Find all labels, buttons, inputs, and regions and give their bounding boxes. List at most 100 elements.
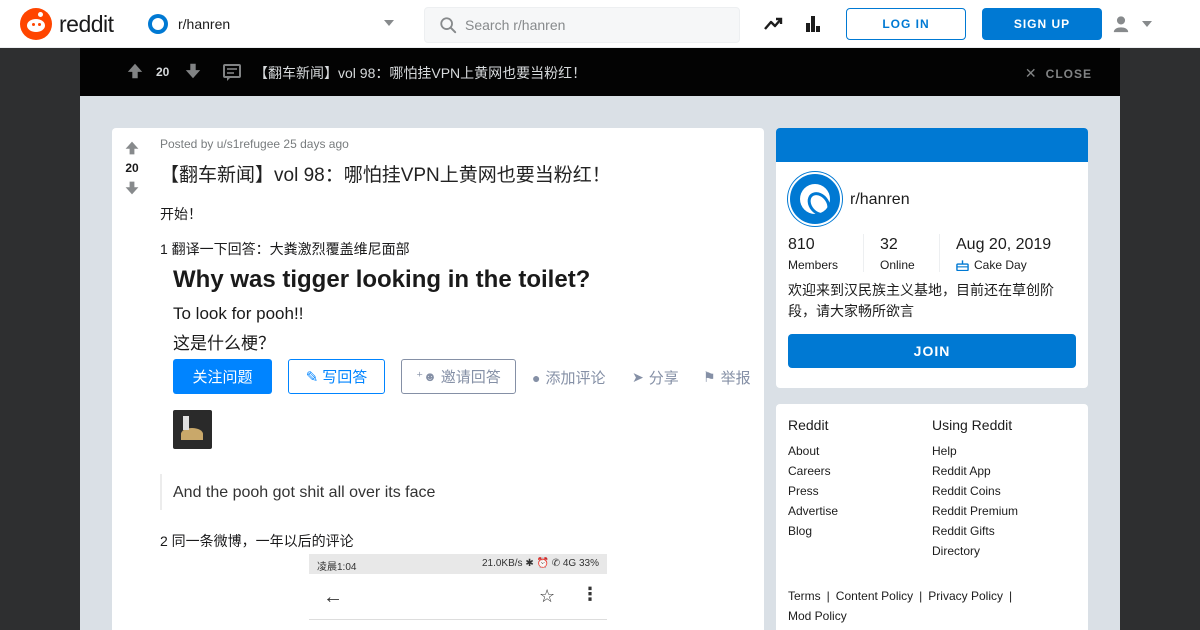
speech-bubble-icon: ● xyxy=(532,369,541,386)
online-stat: 32 Online xyxy=(880,236,915,272)
content-policy-link[interactable]: Content Policy xyxy=(836,589,913,603)
share-link: ➤ 分享 xyxy=(632,367,679,388)
divider xyxy=(160,474,162,510)
add-comment-link: ● 添加评论 xyxy=(532,367,605,388)
footer-link[interactable]: Reddit Premium xyxy=(932,502,1018,522)
invite-answer-label: 邀请回答 xyxy=(440,369,501,386)
embedded-question: Why was tigger looking in the toilet? xyxy=(173,266,591,293)
footer-links-card: Reddit About Careers Press Advertise Blo… xyxy=(776,404,1088,630)
footer-col-reddit: About Careers Press Advertise Blog xyxy=(788,442,838,542)
reddit-logo[interactable]: reddit xyxy=(20,8,114,40)
post-title: 【翻车新闻】vol 98：哪怕挂VPN上黄网也要当粉红！ xyxy=(160,165,611,186)
embedded-phone-screenshot[interactable]: 凌晨1:04 21.0KB/s ✱ ⏰ ✆ 4G 33% ← ☆ ⋮ xyxy=(309,554,607,630)
phone-time: 凌晨1:04 xyxy=(317,562,357,573)
post-top-bar: 20 【翻车新闻】vol 98：哪怕挂VPN上黄网也要当粉红！ ✕ CLOSE xyxy=(80,48,1120,96)
vote-score: 20 xyxy=(125,161,139,175)
stats-icon[interactable] xyxy=(803,14,823,34)
search-icon xyxy=(440,17,457,34)
online-count: 32 xyxy=(880,236,898,253)
upvote-icon[interactable] xyxy=(124,140,140,156)
footer-link[interactable]: Press xyxy=(788,482,838,502)
search-input[interactable] xyxy=(465,17,705,33)
footer-link[interactable]: Blog xyxy=(788,522,838,542)
divider xyxy=(863,234,864,272)
community-avatar xyxy=(788,172,842,226)
star-icon: ☆ xyxy=(539,586,556,606)
terms-link[interactable]: Terms xyxy=(788,589,821,603)
more-vertical-icon: ⋮ xyxy=(581,584,599,604)
community-description: 欢迎来到汉民族主义基地，目前还在草创阶段，请大家畅所欲言 xyxy=(788,282,1054,319)
footer-link[interactable]: Directory xyxy=(932,542,1018,562)
embedded-thumbnail-image xyxy=(173,410,212,449)
comment-icon xyxy=(223,64,241,81)
add-comment-label: 添加评论 xyxy=(545,370,606,387)
reddit-alien-icon xyxy=(20,8,52,40)
pencil-icon: ✎ xyxy=(305,368,319,386)
online-label: Online xyxy=(880,258,915,272)
downvote-icon[interactable] xyxy=(184,62,202,80)
community-title[interactable]: r/hanren xyxy=(850,191,910,209)
close-button[interactable]: ✕ CLOSE xyxy=(1025,65,1092,82)
send-icon: ➤ xyxy=(632,369,644,385)
invite-answer-button: ⁺☻ 邀请回答 xyxy=(401,359,516,394)
members-label: Members xyxy=(788,258,839,272)
embedded-answer-line: 这是什么梗？ xyxy=(173,334,275,353)
trending-icon[interactable] xyxy=(763,14,783,34)
community-card: r/hanren 810 Members 32 Online Aug 20, 2… xyxy=(776,128,1088,388)
write-answer-label: 写回答 xyxy=(322,369,368,386)
downvote-icon[interactable] xyxy=(124,180,140,196)
embedded-caption: And the pooh got shit all over its face xyxy=(173,484,436,501)
signup-button[interactable]: SIGN UP xyxy=(982,8,1102,40)
privacy-policy-link[interactable]: Privacy Policy xyxy=(928,589,1003,603)
embedded-answer-line: To look for pooh!! xyxy=(173,304,304,323)
footer-link[interactable]: Advertise xyxy=(788,502,838,522)
phone-status-bar: 凌晨1:04 21.0KB/s ✱ ⏰ ✆ 4G 33% xyxy=(309,554,607,574)
login-button[interactable]: LOG IN xyxy=(846,8,966,40)
cake-day-label: Cake Day xyxy=(974,258,1027,272)
report-link: ⚑ 举报 xyxy=(703,367,751,388)
footer-link[interactable]: Reddit Coins xyxy=(932,482,1018,502)
logo-wordmark: reddit xyxy=(59,10,114,37)
close-icon: ✕ xyxy=(1024,65,1038,81)
footer-col-title: Using Reddit xyxy=(932,417,1013,433)
report-label: 举报 xyxy=(720,370,751,387)
footer-link[interactable]: Careers xyxy=(788,462,838,482)
cake-day-date: Aug 20, 2019 xyxy=(956,236,1052,253)
post-bar-title: 【翻车新闻】vol 98：哪怕挂VPN上黄网也要当粉红！ xyxy=(254,65,587,81)
post-card: 20 Posted by u/s1refugee 25 days ago 【翻车… xyxy=(112,128,764,630)
phone-status-text: 21.0KB/s ✱ ⏰ ✆ 4G 33% xyxy=(481,558,599,569)
user-icon xyxy=(1113,16,1129,33)
post-item-1: 1 翻译一下回答：大粪激烈覆盖维尼面部 xyxy=(160,241,410,257)
divider xyxy=(939,234,940,272)
join-button[interactable]: JOIN xyxy=(788,334,1076,368)
flag-icon: ⚑ xyxy=(703,369,716,385)
footer-link[interactable]: Help xyxy=(932,442,1018,462)
footer-link[interactable]: Reddit App xyxy=(932,462,1018,482)
chevron-down-icon xyxy=(384,20,394,26)
phone-app-bar: ← ☆ ⋮ xyxy=(309,574,607,620)
follow-question-button: 关注问题 xyxy=(173,359,272,394)
search-box[interactable] xyxy=(424,7,740,43)
footer-col-using-reddit: Help Reddit App Reddit Coins Reddit Prem… xyxy=(932,442,1018,562)
embedded-zhihu-screenshot[interactable]: Why was tigger looking in the toilet? To… xyxy=(160,262,760,510)
community-icon xyxy=(148,14,168,34)
community-dropdown[interactable]: r/hanren xyxy=(140,4,402,44)
post-intro: 开始！ xyxy=(160,206,202,222)
share-label: 分享 xyxy=(648,370,679,387)
add-person-icon: ⁺☻ xyxy=(416,368,437,384)
post-item-2: 2 同一条微博，一年以后的评论 xyxy=(160,533,354,549)
chevron-down-icon xyxy=(1142,21,1152,27)
community-name: r/hanren xyxy=(178,16,231,32)
footer-link[interactable]: About xyxy=(788,442,838,462)
members-stat: 810 Members xyxy=(788,236,838,272)
back-arrow-icon: ← xyxy=(323,586,343,608)
footer-link[interactable]: Reddit Gifts xyxy=(932,522,1018,542)
user-menu[interactable] xyxy=(1112,12,1160,36)
mod-policy-link[interactable]: Mod Policy xyxy=(788,609,847,623)
upvote-icon[interactable] xyxy=(126,62,144,80)
close-label: CLOSE xyxy=(1045,66,1092,81)
post-meta: Posted by u/s1refugee 25 days ago xyxy=(160,137,349,151)
terms-links: Terms | Content Policy | Privacy Policy | Mod … xyxy=(788,589,1013,623)
footer-col-title: Reddit xyxy=(788,417,829,433)
cake-day-stat: Aug 20, 2019 Cake Day xyxy=(956,236,1051,272)
